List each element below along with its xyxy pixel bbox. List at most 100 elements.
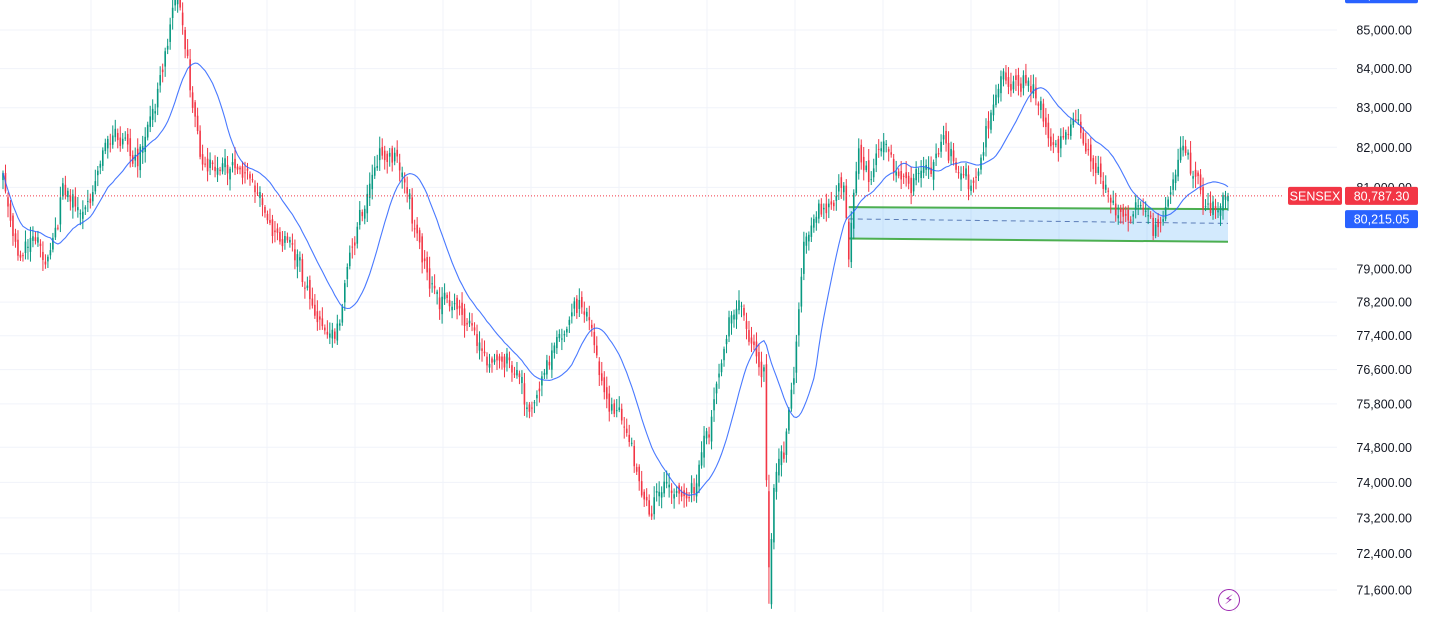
candle <box>516 361 518 379</box>
y-tick-label: 74,000.00 <box>1356 476 1412 490</box>
candle-body <box>189 59 191 91</box>
candle-body <box>1197 172 1199 177</box>
candle <box>251 173 254 183</box>
candle-body <box>581 297 583 308</box>
candle-body <box>897 171 900 177</box>
candle-body <box>201 154 204 165</box>
candle-body <box>635 467 638 472</box>
lightning-icon[interactable]: ⚡ <box>1218 589 1240 611</box>
y-tick-label: 84,000.00 <box>1356 62 1412 76</box>
candle-body <box>890 152 892 155</box>
candle-body <box>526 407 528 409</box>
candle <box>378 136 381 171</box>
candle <box>1194 161 1197 189</box>
candle-body <box>348 252 351 267</box>
candle-body <box>266 213 269 221</box>
candle-body <box>937 153 940 155</box>
candle-body <box>1084 143 1087 152</box>
candle-body <box>331 329 334 339</box>
candle <box>473 322 476 336</box>
candle-body <box>386 153 389 163</box>
candle <box>346 263 349 288</box>
candle <box>101 147 104 171</box>
candle-body <box>194 102 196 117</box>
candle-body <box>1007 77 1010 87</box>
candle <box>294 239 296 270</box>
candle-body <box>176 0 179 5</box>
candle <box>598 357 601 387</box>
candle-body <box>531 407 533 409</box>
candle-body <box>620 408 623 421</box>
candle <box>688 492 690 502</box>
candle-body <box>695 483 698 497</box>
candle-body <box>164 51 166 67</box>
candle <box>72 189 74 219</box>
candle-body <box>256 192 259 194</box>
candle-body <box>571 312 573 317</box>
candle-body <box>940 141 942 152</box>
candle-body <box>37 237 39 243</box>
candle <box>291 233 294 252</box>
price-chart[interactable]: 85,000.0084,000.0083,000.0082,000.0081,0… <box>0 0 1433 617</box>
candle <box>902 173 905 184</box>
candle <box>1075 109 1077 123</box>
candle <box>890 144 892 158</box>
candle-body <box>206 158 209 172</box>
candle-body <box>663 481 665 494</box>
candle-body <box>820 203 823 215</box>
candle <box>962 165 965 179</box>
candle-body <box>146 124 149 138</box>
candle-body <box>561 338 563 340</box>
candle <box>236 163 239 175</box>
candle <box>1002 68 1005 87</box>
candle-body <box>156 88 159 108</box>
candle-body <box>593 331 596 346</box>
candle-body <box>77 207 79 211</box>
candle-body <box>196 115 199 132</box>
candle <box>855 161 858 196</box>
candle <box>106 135 109 159</box>
candle <box>1104 175 1107 194</box>
candle-body <box>1107 190 1110 192</box>
candle <box>985 118 987 157</box>
candle <box>543 368 546 380</box>
candle-body <box>1224 196 1227 200</box>
candle-body <box>815 216 818 223</box>
candle-body <box>57 227 59 229</box>
candle <box>1012 75 1015 94</box>
candle-body <box>443 292 446 300</box>
candle-body <box>1012 81 1015 90</box>
candle-body <box>665 481 668 484</box>
candle-body <box>1139 205 1142 207</box>
candle <box>171 0 174 30</box>
candle <box>1179 136 1182 163</box>
candle-body <box>907 175 910 184</box>
candle <box>47 254 49 269</box>
candle-body <box>640 481 643 496</box>
candle <box>366 184 369 222</box>
candle <box>840 172 843 199</box>
candle-body <box>294 249 296 261</box>
candle-body <box>1204 206 1207 208</box>
candle-body <box>488 363 491 368</box>
candle-body <box>625 428 628 433</box>
candle <box>748 320 750 346</box>
candle <box>680 486 683 502</box>
candle-body <box>920 170 922 179</box>
candle <box>271 214 274 244</box>
candle <box>32 226 34 248</box>
candle <box>191 86 194 113</box>
candle <box>862 147 865 181</box>
candle-body <box>523 383 526 405</box>
candle-body <box>34 237 37 242</box>
candle-body <box>538 388 541 392</box>
candle <box>1184 139 1187 156</box>
candle-body <box>1087 149 1090 151</box>
candle <box>296 249 299 279</box>
candle-body <box>39 243 42 246</box>
candle <box>176 0 179 13</box>
candle-body <box>1002 71 1005 80</box>
candle-body <box>1144 210 1147 212</box>
candle <box>673 488 675 509</box>
price-axis[interactable]: 85,000.0084,000.0083,000.0082,000.0081,0… <box>1288 0 1418 617</box>
